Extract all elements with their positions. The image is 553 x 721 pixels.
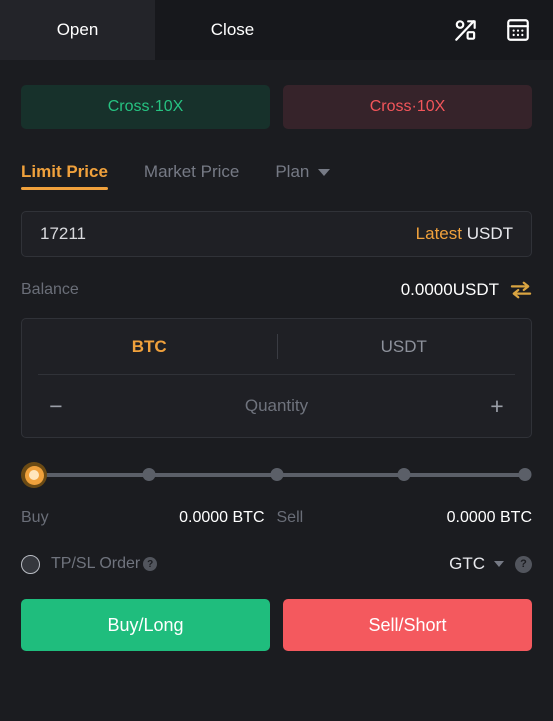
- currency-tab-usdt-label: USDT: [380, 336, 427, 356]
- buy-amount-value: 0.0000 BTC: [179, 509, 265, 526]
- price-unit-label: USDT: [466, 224, 513, 243]
- slider-handle[interactable]: [21, 462, 47, 488]
- tpsl-checkbox[interactable]: [21, 554, 40, 574]
- trading-order-panel: Open Close Cross·10X Cross·10X Limit Pri…: [0, 0, 553, 721]
- sell-short-button[interactable]: Sell/Short: [283, 599, 532, 651]
- buy-amount-group: Buy 0.0000 BTC: [21, 509, 277, 527]
- currency-tabs: BTC USDT: [22, 319, 531, 374]
- chevron-down-icon: [318, 168, 331, 176]
- balance-value-group: 0.0000USDT: [401, 280, 532, 300]
- sell-amount-value: 0.0000 BTC: [446, 509, 532, 526]
- tpsl-label[interactable]: TP/SL Order: [51, 555, 140, 573]
- tpsl-help-icon[interactable]: ?: [143, 557, 158, 571]
- currency-tab-btc-label: BTC: [131, 336, 167, 356]
- balance-row: Balance 0.0000USDT: [21, 278, 532, 302]
- action-buttons: Buy/Long Sell/Short: [21, 599, 532, 651]
- panel-body: Cross·10X Cross·10X Limit Price Market P…: [0, 60, 553, 721]
- sell-amount-label: Sell: [276, 509, 304, 526]
- percent-arrow-icon[interactable]: [453, 17, 479, 43]
- tab-close-label: Close: [210, 20, 255, 39]
- header-icon-group: [453, 0, 553, 60]
- sell-amount-group: Sell 0.0000 BTC: [277, 509, 533, 527]
- quantity-input[interactable]: Quantity: [68, 396, 485, 416]
- tab-open[interactable]: Open: [0, 0, 155, 60]
- tab-market-price-label: Market Price: [143, 162, 240, 181]
- tpsl-row: TP/SL Order ? GTC ?: [21, 551, 532, 577]
- margin-mode-short-button[interactable]: Cross·10X: [283, 85, 532, 129]
- tab-limit-price-label: Limit Price: [21, 162, 108, 181]
- latest-price-button[interactable]: Latest: [416, 224, 462, 243]
- time-in-force-value[interactable]: GTC: [449, 554, 485, 574]
- margin-mode-row: Cross·10X Cross·10X: [21, 85, 532, 129]
- margin-mode-long-label: Cross·10X: [107, 98, 184, 115]
- quantity-container: BTC USDT − Quantity +: [21, 318, 532, 438]
- order-type-tabs: Limit Price Market Price Plan: [21, 156, 532, 190]
- currency-tab-divider: [276, 334, 278, 359]
- price-input[interactable]: 17211 Latest USDT: [21, 211, 532, 257]
- swap-arrows-icon[interactable]: [510, 280, 532, 300]
- buy-long-button[interactable]: Buy/Long: [21, 599, 270, 651]
- slider-tick-100[interactable]: [518, 468, 532, 481]
- quantity-decrement-button[interactable]: −: [44, 393, 68, 420]
- slider-tick-50[interactable]: [270, 468, 283, 481]
- margin-mode-short-label: Cross·10X: [369, 98, 446, 115]
- slider-tick-25[interactable]: [142, 468, 156, 481]
- balance-label: Balance: [21, 281, 79, 298]
- time-in-force-help-icon[interactable]: ?: [515, 555, 532, 573]
- tab-limit-price[interactable]: Limit Price: [21, 162, 108, 190]
- estimated-amounts-row: Buy 0.0000 BTC Sell 0.0000 BTC: [21, 507, 532, 529]
- amount-slider[interactable]: [21, 462, 532, 488]
- quantity-increment-button[interactable]: +: [485, 393, 509, 420]
- tab-close[interactable]: Close: [155, 0, 310, 60]
- price-input-suffix: Latest USDT: [416, 224, 513, 244]
- tab-open-label: Open: [56, 20, 99, 39]
- quantity-stepper: − Quantity +: [22, 375, 531, 437]
- tab-plan[interactable]: Plan: [275, 162, 331, 190]
- margin-mode-long-button[interactable]: Cross·10X: [21, 85, 270, 129]
- header-spacer: [310, 0, 453, 60]
- slider-tick-75[interactable]: [397, 468, 411, 481]
- currency-tab-usdt[interactable]: USDT: [277, 337, 532, 357]
- panel-header: Open Close: [0, 0, 553, 60]
- calculator-icon[interactable]: [505, 17, 531, 43]
- tab-market-price[interactable]: Market Price: [144, 162, 239, 190]
- balance-value: 0.0000USDT: [400, 280, 499, 299]
- chevron-down-icon[interactable]: [494, 561, 504, 567]
- currency-tab-btc[interactable]: BTC: [22, 337, 277, 357]
- price-input-value: 17211: [40, 224, 87, 243]
- tab-plan-label: Plan: [275, 162, 310, 181]
- buy-amount-label: Buy: [21, 509, 49, 526]
- time-in-force-group: GTC ?: [449, 554, 532, 574]
